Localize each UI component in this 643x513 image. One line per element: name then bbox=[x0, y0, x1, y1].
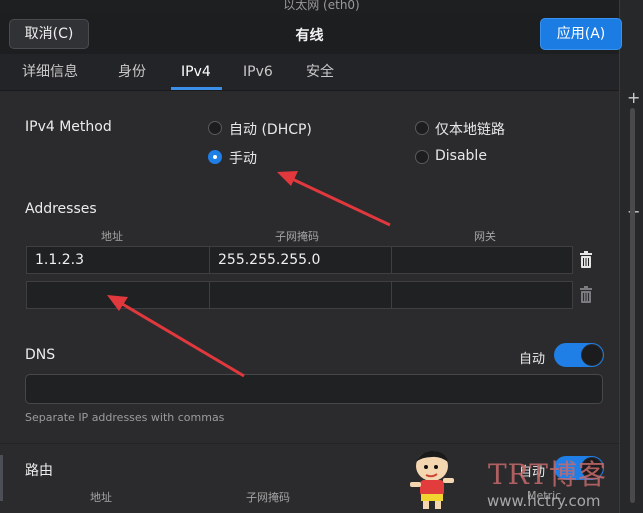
annotation-arrows bbox=[107, 171, 391, 378]
watermark-text: TRT博客 bbox=[488, 458, 607, 491]
cartoon-mascot-icon bbox=[410, 450, 454, 509]
annotation-arrow-head bbox=[277, 171, 298, 186]
annotation-arrow-line bbox=[289, 176, 391, 227]
annotation-arrow-line bbox=[118, 300, 245, 378]
annotation-arrow-head bbox=[107, 295, 128, 311]
watermark-url: www.hctry.com bbox=[487, 492, 601, 510]
